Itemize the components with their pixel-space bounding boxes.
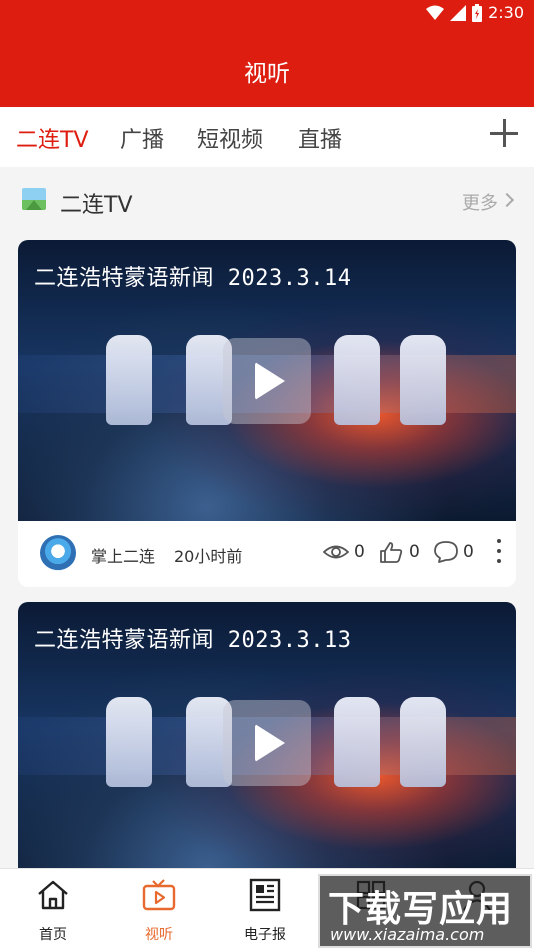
home-icon (38, 880, 68, 910)
tab-radio[interactable]: 广播 (120, 122, 164, 154)
play-icon[interactable] (223, 700, 311, 786)
thumbs-up-icon[interactable] (379, 541, 403, 563)
comment-icon[interactable] (434, 541, 458, 563)
page-title: 视听 (244, 61, 290, 87)
mongolian-script-glyph (106, 697, 152, 787)
section-header: 二连TV 更多 (0, 167, 534, 233)
more-link[interactable]: 更多 (462, 189, 498, 215)
status-bar: 2:30 (0, 0, 534, 30)
add-channel-icon[interactable] (490, 119, 518, 147)
nav-label: 视听 (145, 927, 173, 943)
card-footer: 掌上二连 20小时前 0 0 0 (18, 521, 516, 587)
mongolian-script-glyph (400, 697, 446, 787)
video-thumbnail[interactable]: 二连浩特蒙语新闻 2023.3.13 (18, 602, 516, 883)
app-bar: 视听 (0, 30, 534, 107)
section-title: 二连TV (60, 193, 133, 218)
tab-live[interactable]: 直播 (298, 122, 342, 154)
video-thumbnail[interactable]: 二连浩特蒙语新闻 2023.3.14 (18, 240, 516, 521)
like-count: 0 (409, 542, 420, 562)
video-card[interactable]: 二连浩特蒙语新闻 2023.3.13 (18, 602, 516, 902)
battery-icon (472, 3, 483, 22)
mongolian-script-glyph (334, 697, 380, 787)
nav-e-paper[interactable]: 电子报 (212, 869, 318, 950)
post-time: 20小时前 (174, 547, 243, 566)
status-time: 2:30 (488, 3, 524, 22)
video-title: 二连浩特蒙语新闻 2023.3.13 (34, 628, 352, 653)
watermark-url: www.xiazaima.com (330, 925, 485, 944)
image-icon (22, 188, 46, 210)
tab-erlian-tv[interactable]: 二连TV (16, 122, 89, 154)
eye-icon (323, 545, 349, 559)
video-title: 二连浩特蒙语新闻 2023.3.14 (34, 266, 352, 291)
watermark-logo: 下载写应用 www.xiazaima.com (318, 874, 532, 948)
more-options-icon[interactable] (496, 539, 502, 565)
nav-label: 首页 (39, 927, 67, 943)
nav-audio-video[interactable]: 视听 (106, 869, 212, 950)
source-avatar (40, 535, 76, 571)
status-icons: 2:30 (426, 3, 524, 22)
newspaper-icon (249, 878, 281, 912)
signal-icon (450, 4, 467, 21)
tab-short-video[interactable]: 短视频 (197, 122, 263, 154)
mongolian-script-glyph (106, 335, 152, 425)
play-icon[interactable] (223, 338, 311, 424)
mongolian-script-glyph (400, 335, 446, 425)
video-card[interactable]: 二连浩特蒙语新闻 2023.3.14 掌上二连 20小时前 0 0 0 (18, 240, 516, 587)
tv-play-icon (142, 879, 176, 911)
nav-home[interactable]: 首页 (0, 869, 106, 950)
mongolian-script-glyph (334, 335, 380, 425)
nav-label: 电子报 (244, 927, 286, 943)
channel-tabs: 二连TV 广播 短视频 直播 (0, 107, 534, 167)
comment-count: 0 (463, 542, 474, 562)
source-name: 掌上二连 (91, 547, 156, 566)
wifi-icon (426, 5, 445, 20)
view-count: 0 (354, 542, 365, 562)
chevron-right-icon[interactable] (499, 192, 515, 208)
